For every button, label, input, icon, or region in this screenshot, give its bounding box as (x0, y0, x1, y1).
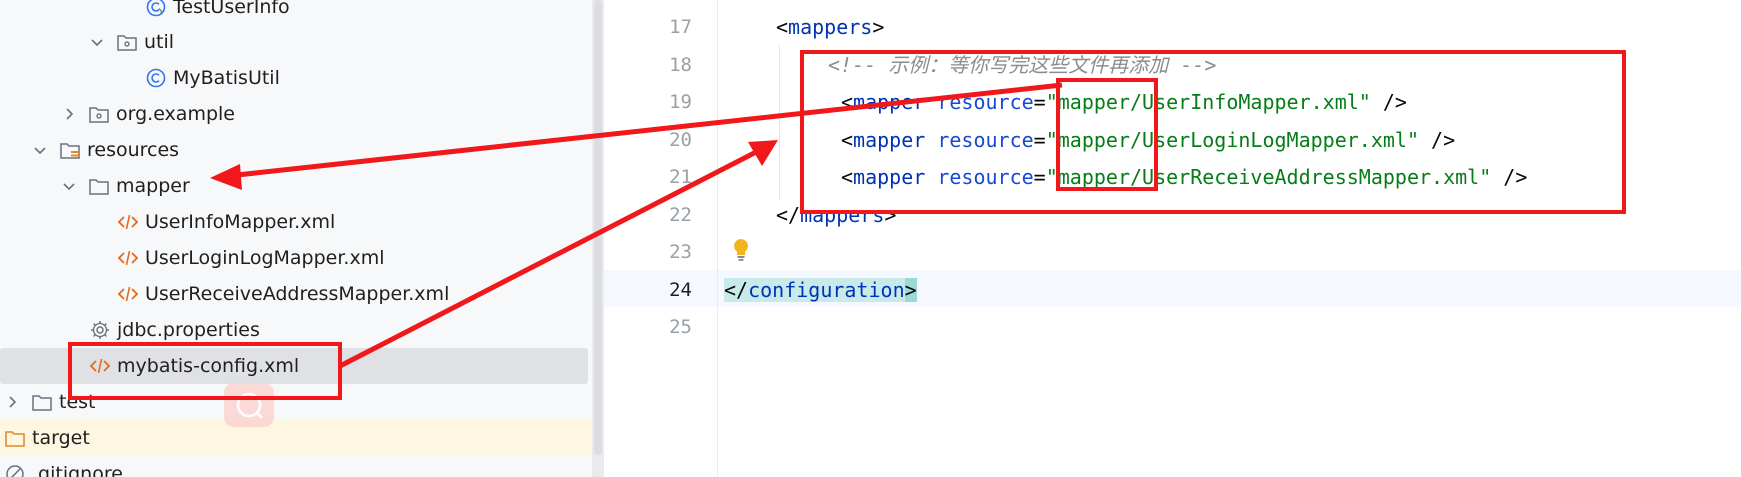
code-line-17[interactable]: <mappers> (776, 9, 884, 46)
tree-item-userreceiveaddressmapper-xml[interactable]: UserReceiveAddressMapper.xml (0, 276, 592, 312)
tree-item-gitignore[interactable]: .gitignore (0, 456, 592, 477)
resources-folder-icon (59, 139, 81, 161)
tree-item-label: TestUserInfo (173, 0, 290, 18)
indent-guide (779, 45, 780, 200)
line-number: 18 (669, 54, 692, 76)
floating-search-button[interactable] (224, 383, 274, 427)
chevron-right-icon[interactable] (62, 107, 76, 121)
line-number-current: 24 (669, 279, 692, 301)
line-number-gutter: 17 18 19 20 21 22 23 24 25 (604, 0, 716, 477)
tree-item-util[interactable]: util (0, 24, 592, 60)
line-number: 22 (669, 204, 692, 226)
line-number: 19 (669, 91, 692, 113)
xml-icon (117, 211, 139, 233)
tree-scrollbar[interactable] (592, 0, 604, 477)
class-icon (145, 0, 167, 18)
tree-item-label: .gitignore (32, 463, 123, 477)
xml-icon (117, 247, 139, 269)
tree-item-resources[interactable]: resources (0, 132, 592, 168)
line-number: 23 (669, 241, 692, 263)
code-line-18-comment[interactable]: <!-- 示例：等你写完这些文件再添加 --> (828, 47, 1216, 84)
tree-item-mapper[interactable]: mapper (0, 168, 592, 204)
gear-icon (89, 319, 111, 341)
folder-icon-orange (4, 427, 26, 449)
code-line-20[interactable]: <mapper resource="mapper/UserLoginLogMap… (841, 122, 1455, 159)
code-line-22[interactable]: </mappers> (776, 197, 896, 234)
tree-item-label: jdbc.properties (117, 319, 260, 341)
line-number: 21 (669, 166, 692, 188)
line-number: 17 (669, 16, 692, 38)
tree-scrollbar-thumb[interactable] (594, 0, 602, 455)
package-icon (116, 31, 138, 53)
project-tree: TestUserInfo util MyBatisUtil org.exampl… (0, 0, 592, 477)
xml-icon (117, 283, 139, 305)
tree-item-org-example[interactable]: org.example (0, 96, 592, 132)
tree-item-mybatisutil[interactable]: MyBatisUtil (0, 60, 592, 96)
chevron-down-icon[interactable] (33, 143, 47, 157)
code-line-19[interactable]: <mapper resource="mapper/UserInfoMapper.… (841, 84, 1407, 121)
xml-icon (89, 355, 111, 377)
tree-item-label: org.example (116, 103, 235, 125)
code-editor[interactable]: 17 18 19 20 21 22 23 24 25 <mappers> <!-… (604, 0, 1741, 477)
tree-item-label: mybatis-config.xml (117, 355, 300, 377)
tree-item-userloginlogmapper-xml[interactable]: UserLoginLogMapper.xml (0, 240, 592, 276)
code-line-21[interactable]: <mapper resource="mapper/UserReceiveAddr… (841, 159, 1527, 196)
folder-icon (31, 391, 53, 413)
gutter-divider (717, 0, 718, 477)
folder-icon (88, 175, 110, 197)
tree-item-jdbc-properties[interactable]: jdbc.properties (0, 312, 592, 348)
package-icon (88, 103, 110, 125)
line-number: 20 (669, 129, 692, 151)
tree-item-label: resources (87, 139, 180, 161)
tree-item-label: mapper (116, 175, 190, 197)
tree-item-label: util (144, 31, 175, 53)
code-line-24[interactable]: </configuration> (724, 272, 917, 309)
chevron-right-icon[interactable] (5, 395, 19, 409)
tree-item-label: MyBatisUtil (173, 67, 280, 89)
tree-item-label: UserLoginLogMapper.xml (145, 247, 385, 269)
chevron-down-icon[interactable] (62, 179, 76, 193)
tree-item-test[interactable]: test (0, 384, 592, 420)
tree-item-label: target (32, 427, 90, 449)
chevron-down-icon[interactable] (90, 35, 104, 49)
line-number: 25 (669, 316, 692, 338)
tree-item-label: UserReceiveAddressMapper.xml (145, 283, 450, 305)
lightbulb-icon[interactable] (730, 236, 752, 262)
tree-item-target[interactable]: target (0, 420, 592, 456)
class-icon (145, 67, 167, 89)
tree-item-label: test (59, 391, 96, 413)
tree-item-userinfomapper-xml[interactable]: UserInfoMapper.xml (0, 204, 592, 240)
tree-item-testuserinfo[interactable]: TestUserInfo (0, 0, 592, 25)
tree-item-label: UserInfoMapper.xml (145, 211, 336, 233)
tree-item-mybatis-config-xml[interactable]: mybatis-config.xml (0, 348, 588, 384)
gitignore-icon (4, 463, 26, 477)
